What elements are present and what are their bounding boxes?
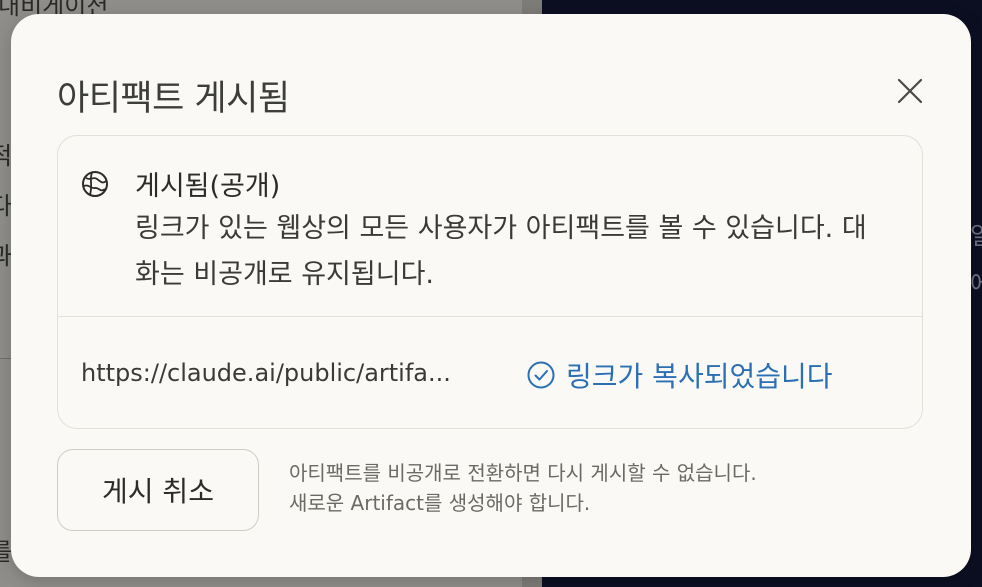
publish-status-card: 게시됨(공개) 링크가 있는 웹상의 모든 사용자가 아티팩트를 볼 수 있습니…	[57, 135, 923, 429]
background-text: 일	[970, 222, 982, 250]
dialog-title: 아티팩트 게시됨	[57, 79, 290, 119]
warning-line: 아티팩트를 비공개로 전환하면 다시 게시할 수 없습니다.	[289, 461, 757, 485]
warning-line: 새로운 Artifact를 생성해야 합니다.	[289, 491, 591, 515]
copy-link-button[interactable]: 링크가 복사되었습니다	[526, 355, 833, 395]
card-divider	[58, 316, 922, 317]
close-icon	[897, 78, 923, 104]
publish-status-description: 링크가 있는 웹상의 모든 사용자가 아티팩트를 볼 수 있습니다. 대화는 비…	[135, 213, 867, 290]
link-copied-label: 링크가 복사되었습니다	[566, 360, 833, 393]
publish-dialog: 아티팩트 게시됨 게시됨(공개) 링크가 있는 웹상의 모든 사용자가 아티팩트…	[11, 14, 971, 577]
globe-icon	[82, 171, 108, 197]
unpublish-button[interactable]: 게시 취소	[57, 449, 259, 531]
publish-status-title: 게시됨(공개)	[135, 171, 281, 202]
background-text: 에	[970, 270, 982, 298]
public-link-url[interactable]: https://claude.ai/public/artifa...	[81, 359, 451, 387]
close-button[interactable]	[893, 74, 927, 108]
check-circle-icon	[527, 361, 555, 389]
unpublish-warning: 아티팩트를 비공개로 전환하면 다시 게시할 수 없습니다. 새로운 Artif…	[289, 458, 889, 518]
